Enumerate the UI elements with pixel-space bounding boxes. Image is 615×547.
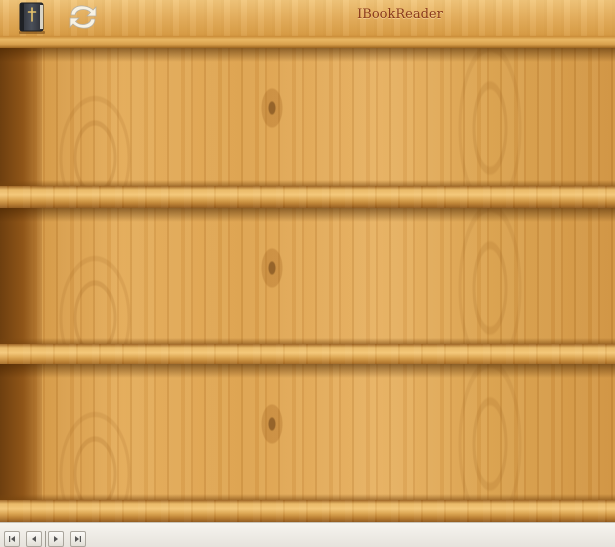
nav-separator xyxy=(45,531,46,547)
page-navigation-bar xyxy=(0,522,615,547)
shelf-plank xyxy=(0,494,615,522)
shelf-plank xyxy=(0,180,615,208)
bookshelf-book-icon[interactable] xyxy=(16,2,48,34)
last-page-icon xyxy=(75,536,81,542)
bookshelf xyxy=(0,48,615,522)
first-page-icon xyxy=(9,536,15,542)
shelf-back-panel xyxy=(0,48,615,186)
previous-page-button[interactable] xyxy=(26,531,42,547)
refresh-icon[interactable] xyxy=(66,2,100,32)
top-toolbar: IBookReader xyxy=(0,0,615,37)
first-page-button[interactable] xyxy=(4,531,20,547)
shelf-back-panel xyxy=(0,364,615,500)
previous-page-icon xyxy=(32,536,36,542)
shelf-row-1 xyxy=(0,48,615,208)
next-page-button[interactable] xyxy=(48,531,64,547)
shelf-row-2 xyxy=(0,208,615,366)
toolbar-shelf-rim xyxy=(0,36,615,48)
shelf-row-3 xyxy=(0,364,615,522)
last-page-button[interactable] xyxy=(70,531,86,547)
app-title: IBookReader xyxy=(357,7,443,22)
shelf-back-panel xyxy=(0,208,615,344)
shelf-plank xyxy=(0,338,615,366)
next-page-icon xyxy=(54,536,58,542)
